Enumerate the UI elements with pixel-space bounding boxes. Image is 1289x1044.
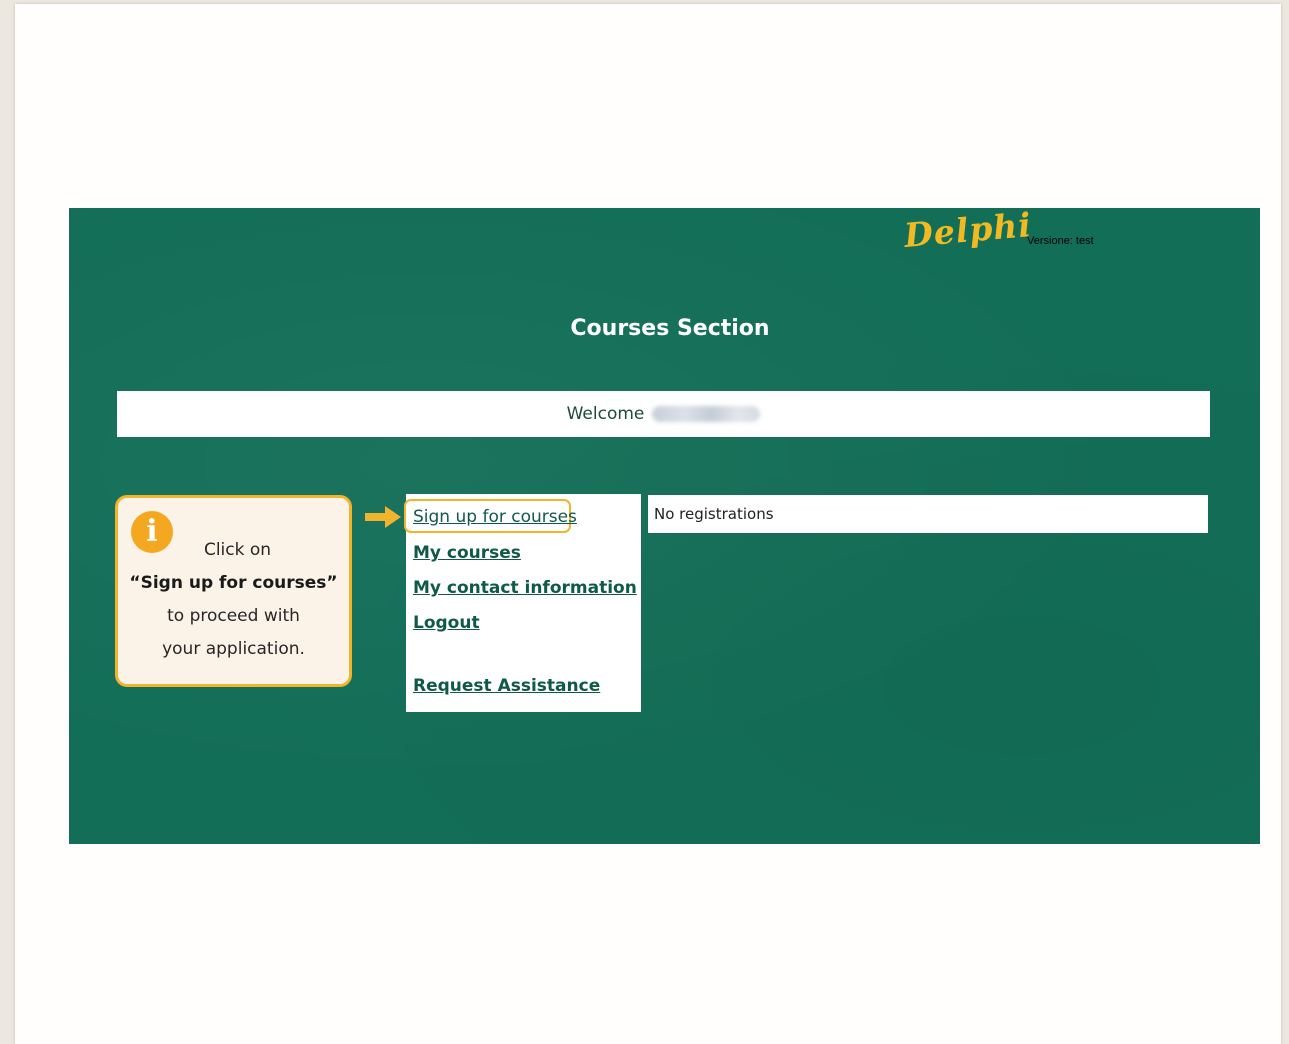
- welcome-label: Welcome: [566, 404, 645, 424]
- logout-link[interactable]: Logout: [413, 613, 480, 633]
- blurred-username: [652, 406, 761, 422]
- registrations-panel: No registrations: [648, 495, 1208, 533]
- courses-menu: Sign up for courses My courses My contac…: [404, 494, 641, 712]
- document-page: Delphi Versione: test Courses Section We…: [15, 4, 1281, 1044]
- arrow-right-icon: [365, 506, 401, 528]
- instruction-line: Click on: [203, 540, 272, 560]
- welcome-bar: Welcome: [117, 391, 1210, 437]
- request-assistance-link[interactable]: Request Assistance: [413, 676, 600, 696]
- instruction-line: “Sign up for courses”: [129, 573, 338, 593]
- instruction-line: your application.: [162, 639, 305, 659]
- instruction-callout: i Click on “Sign up for courses” to proc…: [115, 495, 352, 687]
- instruction-text: Click on “Sign up for courses” to procee…: [118, 534, 349, 666]
- instruction-line: to proceed with: [167, 606, 300, 626]
- sign-up-for-courses-link[interactable]: Sign up for courses: [413, 507, 577, 527]
- page-title: Courses Section: [570, 316, 770, 341]
- version-label: Versione: test: [1027, 235, 1094, 247]
- delphi-logo: Delphi: [902, 205, 1034, 255]
- registrations-status: No registrations: [654, 505, 774, 523]
- my-courses-link[interactable]: My courses: [413, 543, 521, 563]
- app-screen: Delphi Versione: test Courses Section We…: [69, 205, 1260, 844]
- my-contact-information-link[interactable]: My contact information: [413, 578, 637, 598]
